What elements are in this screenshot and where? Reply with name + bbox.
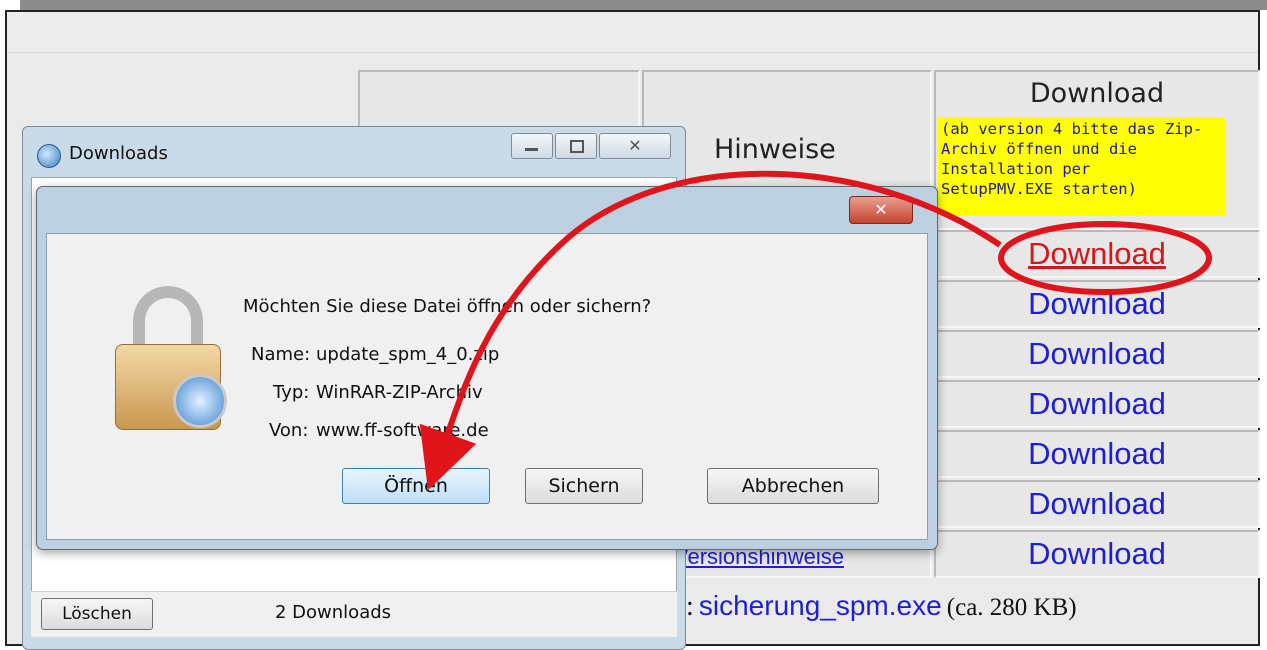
- red-arrow: [419, 170, 1002, 491]
- annotation-overlay: [419, 170, 1212, 491]
- highlight-circle: [998, 221, 1212, 295]
